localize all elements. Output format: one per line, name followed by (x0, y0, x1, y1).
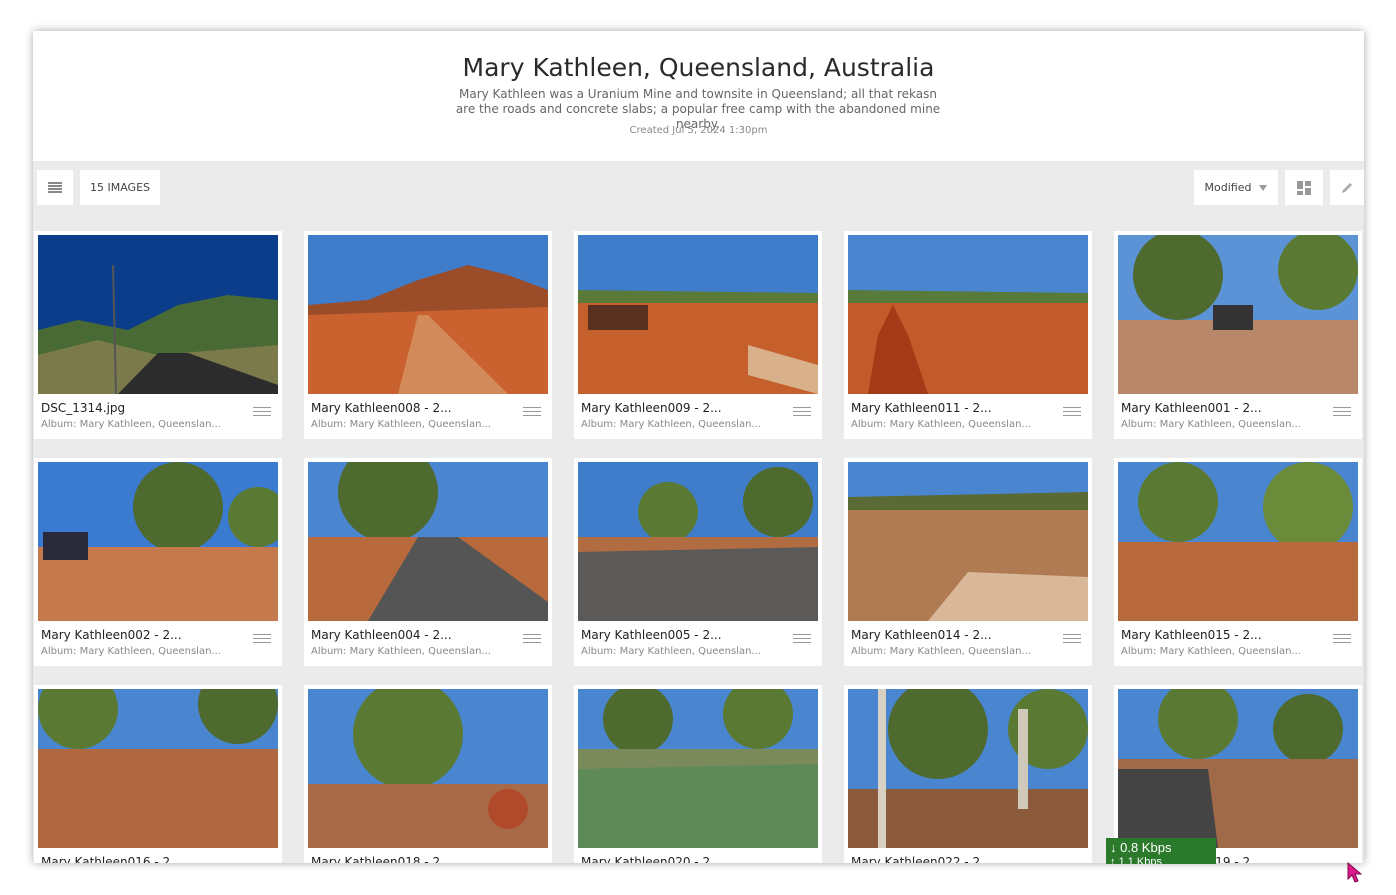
photo-name[interactable]: Mary Kathleen011 - 2... (851, 401, 1051, 415)
photo-name[interactable]: Mary Kathleen004 - 2... (311, 628, 511, 642)
photo-album: Album: Mary Kathleen, Queenslan... (41, 419, 221, 430)
album-created-date: Created Jul 5, 2024 1:30pm (629, 125, 768, 136)
drag-handle-icon[interactable] (253, 407, 271, 416)
download-arrow-icon: ↓ (1110, 840, 1117, 855)
album-title: Mary Kathleen, Queensland, Australia (462, 53, 935, 82)
photo-thumbnail[interactable] (38, 235, 278, 394)
photo-thumbnail[interactable] (308, 689, 548, 848)
layout-grid-icon (1297, 180, 1311, 195)
photo-name[interactable]: Mary Kathleen002 - 2... (41, 628, 241, 642)
photo-card[interactable]: Mary Kathleen004 - 2... Album: Mary Kath… (304, 458, 552, 666)
photo-card[interactable]: Mary Kathleen002 - 2... Album: Mary Kath… (34, 458, 282, 666)
photo-album: Album: Mary Kathleen, Queenslan... (581, 646, 761, 657)
photo-thumbnail[interactable] (38, 462, 278, 621)
photo-card[interactable]: Mary Kathleen019 - 2... (1114, 685, 1362, 863)
photo-name[interactable]: Mary Kathleen016 - 2... (41, 855, 241, 863)
photo-album: Album: Mary Kathleen, Queenslan... (311, 419, 491, 430)
drag-handle-icon[interactable] (1333, 634, 1351, 643)
photo-name[interactable]: DSC_1314.jpg (41, 401, 241, 415)
photo-album: Album: Mary Kathleen, Queenslan... (1121, 646, 1301, 657)
photo-card[interactable]: Mary Kathleen020 - 2... (574, 685, 822, 863)
sort-label: Modified (1204, 181, 1252, 194)
photo-card[interactable]: Mary Kathleen014 - 2... Album: Mary Kath… (844, 458, 1092, 666)
photo-name[interactable]: Mary Kathleen018 - 2... (311, 855, 511, 863)
photo-card[interactable]: Mary Kathleen022 - 2... (844, 685, 1092, 863)
layout-button[interactable] (1285, 170, 1323, 205)
photo-thumbnail[interactable] (578, 462, 818, 621)
photo-album: Album: Mary Kathleen, Queenslan... (1121, 419, 1301, 430)
photo-card[interactable]: DSC_1314.jpg Album: Mary Kathleen, Queen… (34, 231, 282, 439)
sort-dropdown[interactable]: Modified (1194, 170, 1278, 205)
photo-name[interactable]: Mary Kathleen014 - 2... (851, 628, 1051, 642)
image-count-label: 15 IMAGES (89, 181, 151, 194)
photo-album: Album: Mary Kathleen, Queenslan... (851, 646, 1031, 657)
upload-arrow-icon: ↑ (1110, 856, 1116, 864)
photo-card[interactable]: Mary Kathleen016 - 2... (34, 685, 282, 863)
photo-thumbnail[interactable] (578, 235, 818, 394)
upload-speed: 1.1 Kbps (1118, 856, 1162, 864)
photo-thumbnail[interactable] (578, 689, 818, 848)
network-speed-badge: ↓ 0.8 Kbps ↑ 1.1 Kbps (1106, 838, 1216, 864)
photo-thumbnail[interactable] (1118, 235, 1358, 394)
drag-handle-icon[interactable] (1063, 407, 1081, 416)
album-header: Mary Kathleen, Queensland, Australia Mar… (33, 31, 1364, 161)
chevron-down-icon (1259, 184, 1268, 191)
drag-handle-icon[interactable] (523, 407, 541, 416)
photo-thumbnail[interactable] (848, 235, 1088, 394)
mouse-cursor-icon (1347, 862, 1363, 883)
photo-album: Album: Mary Kathleen, Queenslan... (41, 646, 221, 657)
photo-name[interactable]: Mary Kathleen001 - 2... (1121, 401, 1321, 415)
album-window: Mary Kathleen, Queensland, Australia Mar… (33, 31, 1364, 863)
drag-handle-icon[interactable] (1063, 634, 1081, 643)
photo-card[interactable]: Mary Kathleen008 - 2... Album: Mary Kath… (304, 231, 552, 439)
photo-card[interactable]: Mary Kathleen015 - 2... Album: Mary Kath… (1114, 458, 1362, 666)
pencil-icon (1342, 182, 1352, 193)
edit-button[interactable] (1330, 170, 1364, 205)
image-count-button[interactable]: 15 IMAGES (80, 170, 160, 205)
photo-thumbnail[interactable] (38, 689, 278, 848)
photo-name[interactable]: Mary Kathleen009 - 2... (581, 401, 781, 415)
photo-name[interactable]: Mary Kathleen005 - 2... (581, 628, 781, 642)
photo-thumbnail[interactable] (308, 235, 548, 394)
drag-handle-icon[interactable] (253, 634, 271, 643)
photo-name[interactable]: Mary Kathleen015 - 2... (1121, 628, 1321, 642)
photo-card[interactable]: Mary Kathleen011 - 2... Album: Mary Kath… (844, 231, 1092, 439)
menu-icon (48, 182, 62, 193)
photo-card[interactable]: Mary Kathleen018 - 2... (304, 685, 552, 863)
photo-name[interactable]: Mary Kathleen020 - 2... (581, 855, 781, 863)
photo-thumbnail[interactable] (1118, 689, 1358, 848)
download-speed: 0.8 Kbps (1120, 840, 1172, 855)
photo-card[interactable]: Mary Kathleen009 - 2... Album: Mary Kath… (574, 231, 822, 439)
photo-thumbnail[interactable] (308, 462, 548, 621)
drag-handle-icon[interactable] (1333, 407, 1351, 416)
photo-thumbnail[interactable] (848, 689, 1088, 848)
photo-thumbnail[interactable] (848, 462, 1088, 621)
photo-album: Album: Mary Kathleen, Queenslan... (851, 419, 1031, 430)
photo-card[interactable]: Mary Kathleen005 - 2... Album: Mary Kath… (574, 458, 822, 666)
drag-handle-icon[interactable] (523, 634, 541, 643)
photo-album: Album: Mary Kathleen, Queenslan... (311, 646, 491, 657)
photo-name[interactable]: Mary Kathleen022 - 2... (851, 855, 1051, 863)
drag-handle-icon[interactable] (793, 407, 811, 416)
photo-card[interactable]: Mary Kathleen001 - 2... Album: Mary Kath… (1114, 231, 1362, 439)
photo-thumbnail[interactable] (1118, 462, 1358, 621)
menu-button[interactable] (37, 170, 73, 205)
photo-name[interactable]: Mary Kathleen008 - 2... (311, 401, 511, 415)
drag-handle-icon[interactable] (793, 634, 811, 643)
photo-album: Album: Mary Kathleen, Queenslan... (581, 419, 761, 430)
